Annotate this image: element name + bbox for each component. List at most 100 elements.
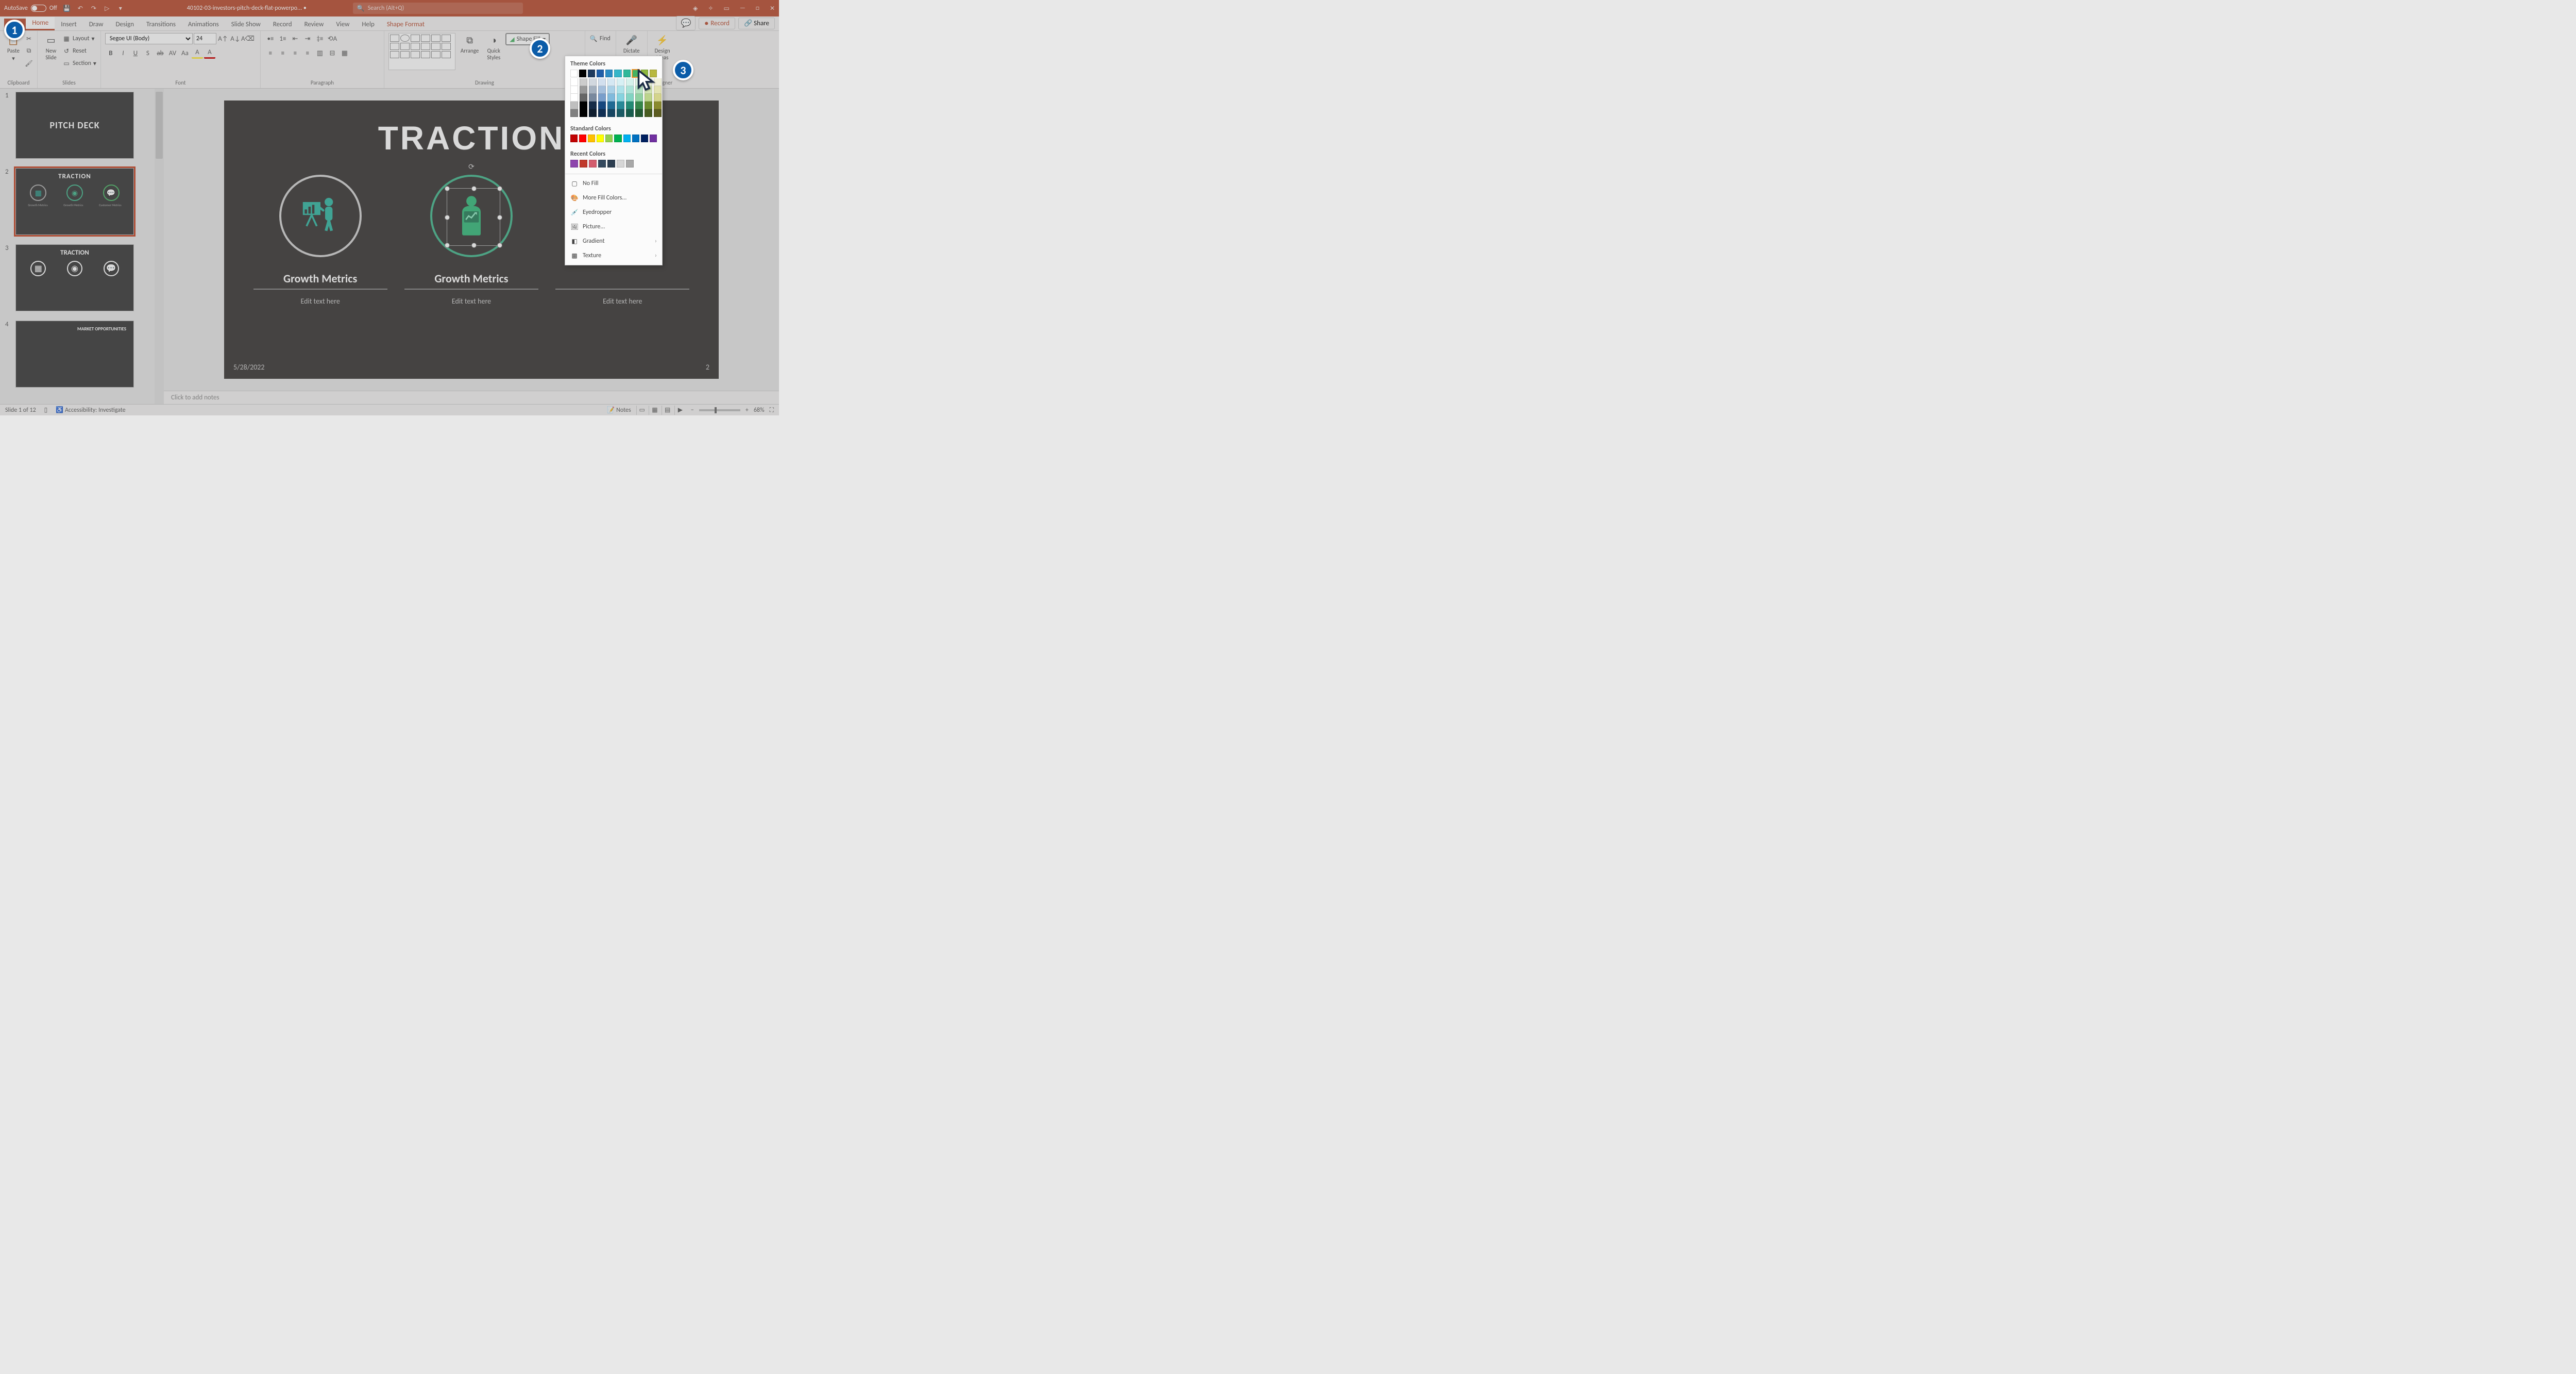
align-right-button[interactable]: ≡ bbox=[290, 47, 301, 59]
color-swatch[interactable] bbox=[626, 78, 634, 86]
notes-toggle[interactable]: 📝 Notes bbox=[607, 406, 631, 414]
more-colors-item[interactable]: 🎨More Fill Colors... bbox=[565, 191, 662, 205]
color-swatch[interactable] bbox=[626, 160, 634, 167]
layout-button[interactable]: ▦Layout▾ bbox=[62, 33, 96, 44]
bullets-button[interactable]: •≡ bbox=[265, 33, 276, 44]
slide-counter[interactable]: Slide 1 of 12 bbox=[5, 407, 36, 414]
color-swatch[interactable] bbox=[626, 109, 634, 117]
record-button[interactable]: ● Record bbox=[699, 18, 735, 29]
color-swatch[interactable] bbox=[580, 94, 587, 102]
color-swatch[interactable] bbox=[645, 94, 652, 102]
change-case-button[interactable]: Aa bbox=[179, 47, 191, 59]
color-swatch[interactable] bbox=[598, 94, 606, 102]
share-button[interactable]: 🔗 Share bbox=[738, 18, 775, 29]
color-swatch[interactable] bbox=[570, 70, 578, 77]
color-swatch[interactable] bbox=[635, 102, 643, 109]
slide-date[interactable]: 5/28/2022 bbox=[233, 363, 264, 372]
underline-button[interactable]: U bbox=[130, 47, 141, 59]
color-swatch[interactable] bbox=[654, 102, 662, 109]
color-swatch[interactable] bbox=[626, 94, 634, 102]
tab-review[interactable]: Review bbox=[298, 19, 330, 30]
color-swatch[interactable] bbox=[598, 160, 606, 167]
normal-view-icon[interactable]: ▭ bbox=[636, 406, 648, 415]
color-swatch[interactable] bbox=[570, 135, 578, 142]
line-spacing-button[interactable]: ‡≡ bbox=[314, 33, 326, 44]
format-painter-button[interactable]: 🖌 bbox=[25, 58, 33, 69]
color-swatch[interactable] bbox=[589, 160, 597, 167]
copy-button[interactable]: ⧉ bbox=[25, 45, 33, 57]
color-swatch[interactable] bbox=[632, 135, 639, 142]
tab-transitions[interactable]: Transitions bbox=[140, 19, 182, 30]
color-swatch[interactable] bbox=[607, 94, 615, 102]
thumbnail-scrollbar[interactable] bbox=[155, 89, 164, 404]
color-swatch[interactable] bbox=[589, 94, 597, 102]
color-swatch[interactable] bbox=[598, 109, 606, 117]
strike-button[interactable]: S bbox=[142, 47, 154, 59]
color-swatch[interactable] bbox=[617, 86, 624, 94]
close-icon[interactable]: ✕ bbox=[770, 5, 775, 12]
color-swatch[interactable] bbox=[598, 78, 606, 86]
find-button[interactable]: 🔍Find bbox=[589, 33, 611, 44]
clear-format-icon[interactable]: A⌫ bbox=[242, 33, 253, 44]
color-swatch[interactable] bbox=[589, 109, 597, 117]
save-icon[interactable]: 💾 bbox=[62, 4, 72, 13]
slide-thumbnail-3[interactable]: 3 TRACTION ▦◉💬 bbox=[5, 244, 149, 311]
toggle-switch[interactable] bbox=[31, 5, 46, 12]
tab-slideshow[interactable]: Slide Show bbox=[225, 19, 267, 30]
color-swatch[interactable] bbox=[641, 135, 648, 142]
color-swatch[interactable] bbox=[654, 109, 662, 117]
color-swatch[interactable] bbox=[626, 86, 634, 94]
color-swatch[interactable] bbox=[614, 70, 621, 77]
color-swatch[interactable] bbox=[580, 86, 587, 94]
decrease-indent-button[interactable]: ⇤ bbox=[290, 33, 301, 44]
slideshow-view-icon[interactable]: ▶ bbox=[674, 406, 686, 415]
slide-thumbnail-4[interactable]: 4 MARKET OPPORTUNITIES bbox=[5, 321, 149, 388]
character-spacing-button[interactable]: AV bbox=[167, 47, 178, 59]
shadow-button[interactable]: ab bbox=[155, 47, 166, 59]
color-swatch[interactable] bbox=[623, 70, 631, 77]
tab-help[interactable]: Help bbox=[355, 19, 380, 30]
fit-to-window-icon[interactable]: ⛶ bbox=[770, 407, 774, 414]
color-swatch[interactable] bbox=[617, 78, 624, 86]
eyedropper-item[interactable]: 💉Eyedropper bbox=[565, 205, 662, 220]
color-swatch[interactable] bbox=[607, 102, 615, 109]
tab-record[interactable]: Record bbox=[267, 19, 298, 30]
tab-animations[interactable]: Animations bbox=[182, 19, 225, 30]
arrange-button[interactable]: ⧉Arrange bbox=[457, 33, 482, 55]
color-swatch[interactable] bbox=[570, 102, 578, 109]
column-1-text[interactable]: Edit text here bbox=[253, 297, 387, 306]
quick-styles-button[interactable]: ◑Quick Styles bbox=[484, 33, 503, 62]
zoom-in-button[interactable]: + bbox=[745, 407, 749, 414]
maximize-icon[interactable]: □ bbox=[756, 5, 759, 12]
column-3-text[interactable]: Edit text here bbox=[555, 297, 689, 306]
increase-indent-button[interactable]: ⇥ bbox=[302, 33, 313, 44]
color-swatch[interactable] bbox=[580, 109, 587, 117]
zoom-level[interactable]: 68% bbox=[754, 407, 765, 414]
slide-thumbnail-2[interactable]: 2 TRACTION ▦ ◉ 💬 Growth MetricsGrowth Me… bbox=[5, 168, 149, 235]
align-center-button[interactable]: ≡ bbox=[277, 47, 289, 59]
cut-button[interactable]: ✂ bbox=[25, 33, 33, 44]
tab-shape-format[interactable]: Shape Format bbox=[381, 19, 431, 30]
color-swatch[interactable] bbox=[589, 86, 597, 94]
columns-button[interactable]: ▥ bbox=[314, 47, 326, 59]
font-name-select[interactable]: Segoe UI (Body) bbox=[105, 33, 193, 44]
window-controls-icon[interactable]: ▭ bbox=[723, 5, 729, 12]
qat-overflow-icon[interactable]: ▾ bbox=[116, 4, 125, 13]
italic-button[interactable]: I bbox=[117, 47, 129, 59]
coming-soon-icon[interactable]: ✧ bbox=[708, 5, 713, 12]
redo-icon[interactable]: ↷ bbox=[89, 4, 98, 13]
color-swatch[interactable] bbox=[598, 86, 606, 94]
slide-number[interactable]: 2 bbox=[706, 363, 709, 372]
color-swatch[interactable] bbox=[614, 135, 621, 142]
color-swatch[interactable] bbox=[598, 102, 606, 109]
highlight-button[interactable]: A bbox=[192, 47, 203, 59]
align-text-button[interactable]: ⊟ bbox=[327, 47, 338, 59]
notes-pane[interactable]: Click to add notes bbox=[164, 391, 779, 404]
color-swatch[interactable] bbox=[645, 109, 652, 117]
accessibility-status[interactable]: ♿ Accessibility: Investigate bbox=[56, 406, 125, 414]
increase-font-icon[interactable]: A↑ bbox=[217, 33, 229, 44]
color-swatch[interactable] bbox=[588, 70, 595, 77]
column-3-title[interactable]: . bbox=[555, 272, 689, 290]
color-swatch[interactable] bbox=[635, 109, 643, 117]
numbering-button[interactable]: 1≡ bbox=[277, 33, 289, 44]
